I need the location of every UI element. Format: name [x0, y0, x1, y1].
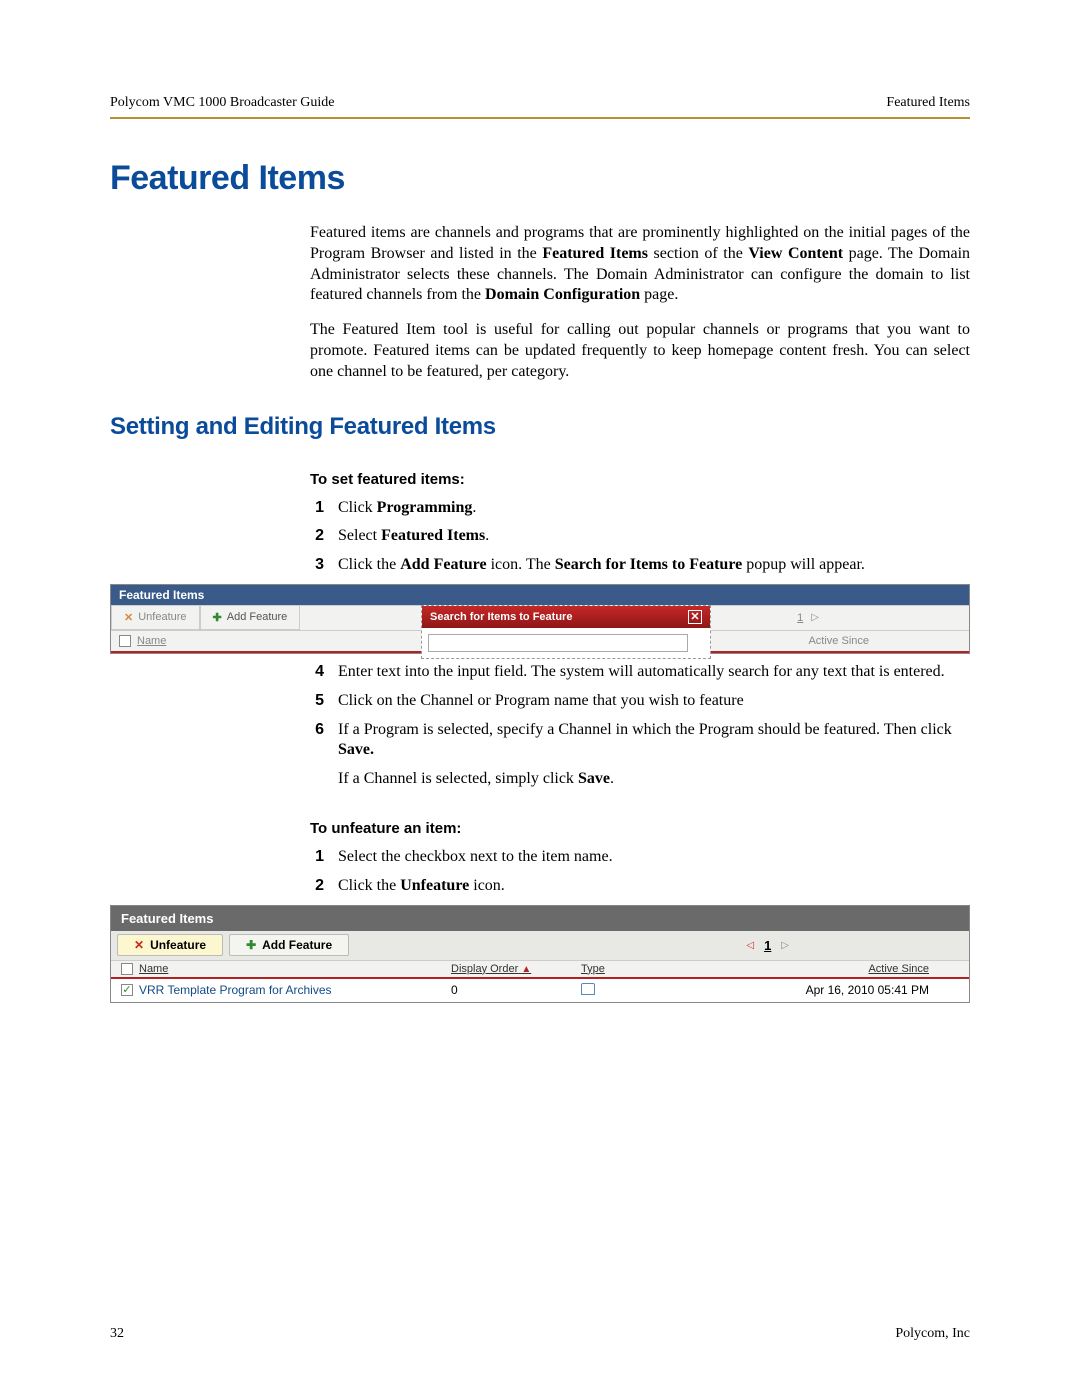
steps-set: 1 Click Programming. 2 Select Featured I… [310, 498, 970, 576]
sort-asc-icon: ▲ [521, 964, 531, 975]
header-left: Polycom VMC 1000 Broadcaster Guide [110, 95, 335, 111]
step-4: 4 Enter text into the input field. The s… [310, 662, 970, 683]
step-5: 5 Click on the Channel or Program name t… [310, 691, 970, 712]
page-title: Featured Items [110, 159, 970, 198]
page-header: Polycom VMC 1000 Broadcaster Guide Featu… [110, 95, 970, 119]
select-all-checkbox[interactable] [119, 635, 131, 647]
pager-next-icon[interactable]: ▷ [811, 612, 819, 623]
col-display-order[interactable]: Display Order [451, 963, 518, 975]
plus-icon: ✚ [213, 611, 222, 624]
select-all-checkbox[interactable] [121, 963, 133, 975]
panel2-title: Featured Items [111, 906, 969, 931]
steps-unfeature: 1 Select the checkbox next to the item n… [310, 847, 970, 897]
pager: 1 ▷ [797, 612, 819, 624]
page-footer: 32 Polycom, Inc [110, 1326, 970, 1342]
panel-title: Featured Items [111, 585, 969, 605]
ustep-2: 2 Click the Unfeature icon. [310, 876, 970, 897]
page-number: 32 [110, 1326, 124, 1342]
table-row[interactable]: VRR Template Program for Archives 0 Apr … [111, 979, 969, 1002]
col-name[interactable]: Name [139, 963, 168, 975]
section-heading: Setting and Editing Featured Items [110, 413, 970, 441]
intro-block: Featured items are channels and programs… [310, 223, 970, 383]
popup-search-input[interactable] [428, 634, 688, 652]
panel2-toolbar: ✕Unfeature ✚Add Feature ◁ 1 ▷ [111, 931, 969, 961]
intro-p2: The Featured Item tool is useful for cal… [310, 320, 970, 382]
screenshot-featured-popup: Featured Items ✕Unfeature ✚Add Feature 1… [110, 584, 970, 654]
pager-prev-icon[interactable]: ◁ [746, 940, 754, 951]
unfeature-button[interactable]: ✕Unfeature [117, 934, 223, 956]
subhead-unfeature: To unfeature an item: [310, 820, 970, 837]
col-active-since[interactable]: Active Since [808, 635, 869, 647]
pager-page[interactable]: 1 [764, 938, 771, 953]
subhead-set: To set featured items: [310, 471, 970, 488]
step-2: 2 Select Featured Items. [310, 526, 970, 547]
popup-titlebar: Search for Items to Feature ✕ [422, 606, 710, 628]
header-right: Featured Items [886, 95, 970, 111]
pager-page[interactable]: 1 [797, 612, 803, 624]
row-active-since: Apr 16, 2010 05:41 PM [711, 983, 959, 997]
intro-p1: Featured items are channels and programs… [310, 223, 970, 306]
popup-close-button[interactable]: ✕ [688, 610, 702, 624]
screenshot-featured-list: Featured Items ✕Unfeature ✚Add Feature ◁… [110, 905, 970, 1003]
row-name: VRR Template Program for Archives [139, 983, 332, 997]
step-3: 3 Click the Add Feature icon. The Search… [310, 555, 970, 576]
step-6: 6 If a Program is selected, specify a Ch… [310, 720, 970, 790]
company-name: Polycom, Inc [895, 1326, 970, 1342]
add-feature-button[interactable]: ✚Add Feature [229, 934, 349, 956]
col-active-since[interactable]: Active Since [711, 963, 959, 975]
col-type[interactable]: Type [581, 963, 711, 975]
pager: ◁ 1 ▷ [746, 938, 789, 953]
steps-set-cont: 4 Enter text into the input field. The s… [310, 662, 970, 790]
col-name[interactable]: Name [137, 635, 166, 647]
row-order: 0 [451, 983, 581, 997]
popup-title: Search for Items to Feature [430, 611, 572, 623]
step-1: 1 Click Programming. [310, 498, 970, 519]
unfeature-button[interactable]: ✕Unfeature [111, 606, 200, 630]
row-type [581, 983, 711, 998]
search-popup: Search for Items to Feature ✕ [421, 605, 711, 659]
plus-icon: ✚ [246, 938, 256, 952]
add-feature-button[interactable]: ✚Add Feature [200, 606, 301, 630]
column-headers: Name Display Order ▲ Type Active Since [111, 961, 969, 979]
x-icon: ✕ [124, 611, 133, 624]
x-icon: ✕ [134, 938, 144, 952]
row-checkbox[interactable] [121, 984, 133, 996]
ustep-1: 1 Select the checkbox next to the item n… [310, 847, 970, 868]
pager-next-icon[interactable]: ▷ [781, 940, 789, 951]
program-icon [581, 983, 595, 995]
